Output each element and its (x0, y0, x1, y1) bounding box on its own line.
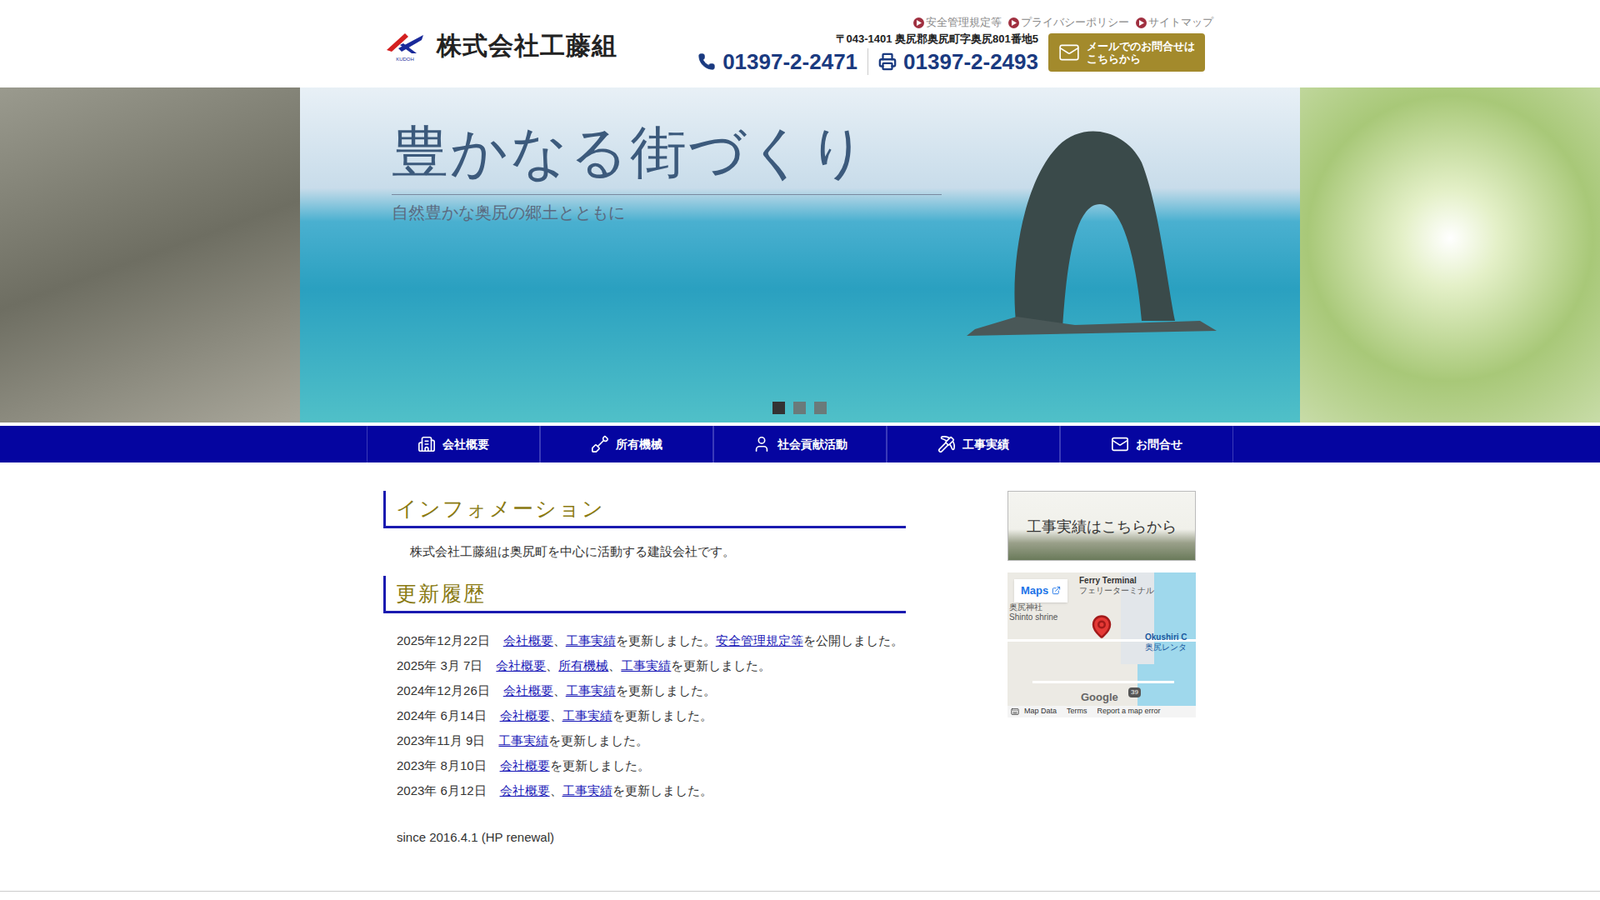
top-link[interactable]: サイトマップ (1135, 15, 1214, 30)
road-badge: 39 (1128, 687, 1141, 698)
update-row: 2025年 3月 7日会社概要、所有機械、工事実績を更新しました。 (396, 653, 917, 679)
update-row: 2024年12月26日会社概要、工事実績を更新しました。 (396, 678, 917, 704)
update-row: 2023年11月 9日工事実績を更新しました。 (396, 728, 917, 754)
slider-dot[interactable] (772, 401, 785, 415)
update-row: 2023年 6月12日会社概要、工事実績を更新しました。 (396, 778, 917, 804)
hero: 豊かなる街づくり自然豊かな奥尻の郷土とともに (0, 87, 1600, 423)
main-column: インフォメーション株式会社工藤組は奥尻町を中心に活動する建設会社です。更新履歴 2… (383, 490, 917, 848)
map[interactable]: MapsFerry Terminalフェリーターミナル奥尻神社Shinto sh… (1007, 572, 1196, 718)
content: インフォメーション株式会社工藤組は奥尻町を中心に活動する建設会社です。更新履歴 2… (383, 462, 1217, 848)
top-link[interactable]: プライバシーポリシー (1008, 15, 1130, 30)
fax: 01397-2-2493 (868, 48, 1039, 75)
update-date: 2024年 6月14日 (396, 706, 487, 726)
hero-side-left (0, 87, 300, 423)
map-pin-icon (1089, 614, 1115, 640)
update-link[interactable]: 会社概要 (500, 706, 550, 726)
hero-slide: 豊かなる街づくり自然豊かな奥尻の郷土とともに (300, 87, 1300, 423)
map-footer-link[interactable]: Report a map error (1097, 705, 1161, 718)
update-date: 2024年12月26日 (396, 681, 490, 701)
update-row: 2023年 8月10日会社概要を更新しました。 (396, 753, 917, 779)
since: since 2016.4.1 (HP renewal) (383, 828, 917, 848)
update-link[interactable]: 会社概要 (503, 631, 554, 651)
hero-side-right (1300, 87, 1600, 423)
update-link[interactable]: 工事実績 (565, 681, 616, 701)
building-icon (417, 435, 436, 454)
nav-item[interactable]: お問合せ (1060, 425, 1234, 463)
mail-icon (1110, 435, 1130, 454)
person-icon (752, 435, 771, 454)
slider-dots (772, 401, 827, 415)
slider-dot[interactable] (814, 401, 827, 415)
main-nav: 会社概要所有機械社会貢献活動工事実績お問合せ (0, 425, 1600, 463)
page: KUDOH株式会社工藤組安全管理規定等プライバシーポリシーサイトマップ〒043-… (0, 0, 1600, 900)
info-heading: インフォメーション (383, 490, 906, 529)
header: KUDOH株式会社工藤組安全管理規定等プライバシーポリシーサイトマップ〒043-… (383, 0, 1217, 88)
update-link[interactable]: 所有機械 (558, 656, 609, 676)
nav-item[interactable]: 所有機械 (540, 425, 714, 463)
phone-icon (697, 52, 716, 71)
play-icon (1008, 17, 1020, 29)
update-row: 2025年12月22日会社概要、工事実績を更新しました。安全管理規定等を公開しま… (396, 628, 917, 654)
map-footer: Map Data Terms Report a map error (1007, 705, 1196, 718)
update-link[interactable]: 会社概要 (503, 681, 554, 701)
top-link[interactable]: 安全管理規定等 (913, 15, 1002, 30)
update-date: 2023年 8月10日 (396, 756, 487, 776)
logo-mark-icon (383, 28, 427, 57)
pickaxe-icon (937, 435, 956, 454)
update-link[interactable]: 工事実績 (562, 781, 613, 801)
info-text: 株式会社工藤組は奥尻町を中心に活動する建設会社です。 (383, 543, 917, 560)
nav-item[interactable]: 工事実績 (886, 425, 1060, 463)
map-footer-link[interactable]: Map Data (1024, 705, 1057, 718)
top-links: 安全管理規定等プライバシーポリシーサイトマップ (913, 15, 1214, 30)
address: 〒043-1401 奥尻郡奥尻町字奥尻801番地5 (835, 31, 1039, 47)
logo[interactable]: KUDOH株式会社工藤組 (383, 0, 618, 88)
arch-rock-icon (966, 112, 1217, 346)
tel[interactable]: 01397-2-2471 (697, 48, 869, 75)
machine-icon (590, 435, 610, 454)
hero-title: 豊かなる街づくり (391, 119, 1300, 186)
slider-dot[interactable] (793, 401, 806, 415)
update-date: 2023年 6月12日 (396, 781, 487, 801)
update-link[interactable]: 工事実績 (565, 631, 616, 651)
mail-icon (1058, 41, 1080, 64)
update-link[interactable]: 工事実績 (562, 706, 613, 726)
map-footer-link[interactable]: Terms (1066, 705, 1088, 718)
update-link[interactable]: 安全管理規定等 (715, 631, 804, 651)
update-link[interactable]: 会社概要 (500, 781, 550, 801)
works-banner[interactable]: 工事実績はこちらから (1007, 490, 1196, 561)
printer-icon (878, 52, 897, 71)
update-link[interactable]: 会社概要 (495, 656, 546, 676)
sidebar: 工事実績はこちらから MapsFerry Terminalフェリーターミナル奥尻神… (1007, 490, 1196, 848)
header-right: 安全管理規定等プライバシーポリシーサイトマップ〒043-1401 奥尻郡奥尻町字… (697, 0, 1217, 88)
update-date: 2025年12月22日 (396, 631, 490, 651)
update-date: 2025年 3月 7日 (396, 656, 483, 676)
update-link[interactable]: 会社概要 (500, 756, 550, 776)
update-link[interactable]: 工事実績 (620, 656, 671, 676)
update-list: 2025年12月22日会社概要、工事実績を更新しました。安全管理規定等を公開しま… (383, 628, 917, 804)
updates-heading: 更新履歴 (383, 575, 906, 614)
nav-item[interactable]: 社会貢献活動 (713, 425, 887, 463)
external-icon (1051, 585, 1061, 595)
update-date: 2023年11月 9日 (396, 731, 485, 751)
update-link[interactable]: 工事実績 (498, 731, 549, 751)
hero-subtitle: 自然豊かな奥尻の郷土とともに (391, 200, 1300, 225)
play-icon (913, 17, 925, 29)
company-name: 株式会社工藤組 (436, 26, 618, 65)
play-icon (1135, 17, 1147, 29)
mail-button[interactable]: メールでのお問合せはこちらから (1048, 33, 1205, 72)
keyboard-icon (1010, 707, 1020, 716)
maps-button[interactable]: Maps (1014, 579, 1068, 603)
nav-item[interactable]: 会社概要 (366, 425, 540, 463)
footer-line (0, 890, 1600, 892)
update-row: 2024年 6月14日会社概要、工事実績を更新しました。 (396, 703, 917, 729)
